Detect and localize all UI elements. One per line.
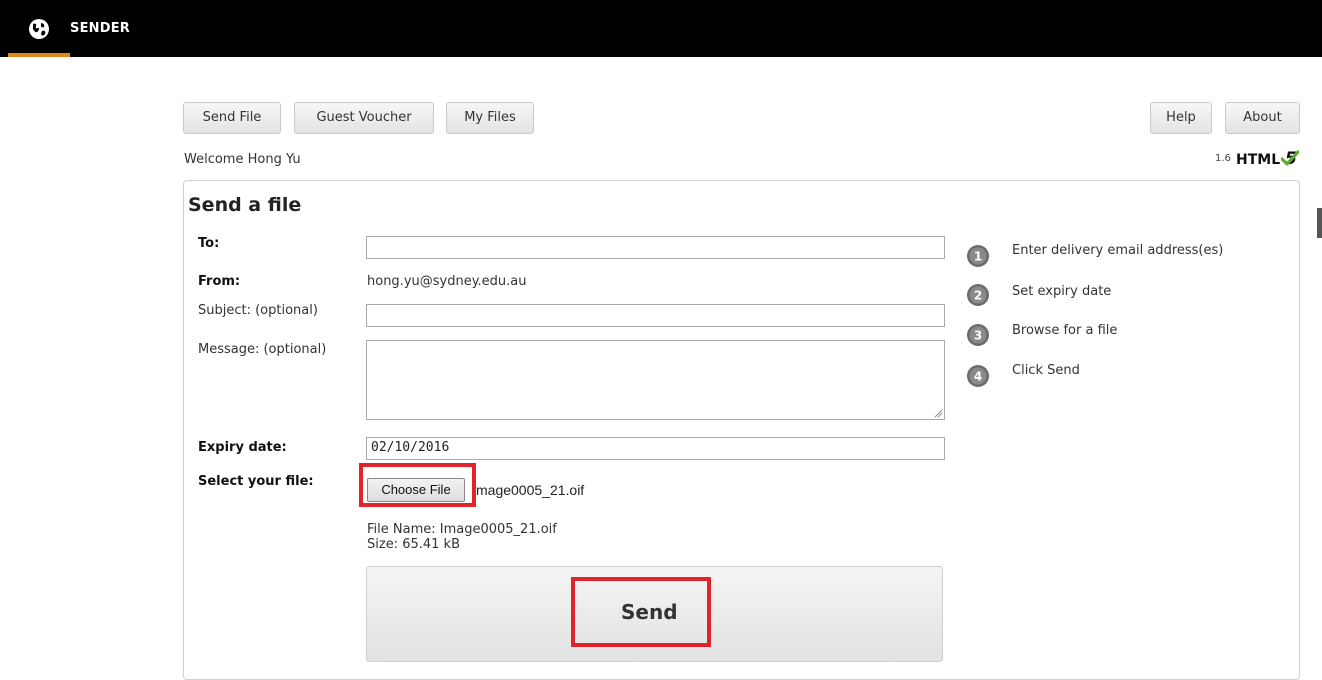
message-field[interactable] <box>366 340 945 420</box>
step-2-number: 2 <box>974 289 982 303</box>
resize-grip-icon[interactable] <box>934 409 943 418</box>
home-tab[interactable] <box>0 7 70 57</box>
guest-voucher-button[interactable]: Guest Voucher <box>294 102 434 134</box>
check-icon <box>1281 150 1299 166</box>
step-1-text: Enter delivery email address(es) <box>1012 243 1224 258</box>
step-3-icon: 3 <box>967 324 989 346</box>
to-field[interactable] <box>366 236 945 259</box>
message-label: Message: (optional) <box>198 342 327 357</box>
subject-label: Subject: (optional) <box>198 303 318 318</box>
version-label: 1.6 <box>1215 153 1231 164</box>
step-3-text: Browse for a file <box>1012 323 1118 338</box>
app-title[interactable]: SENDER <box>70 21 130 36</box>
step-4-number: 4 <box>974 370 982 384</box>
page-title: Send a file <box>188 194 302 216</box>
step-1-number: 1 <box>974 250 982 264</box>
welcome-message: Welcome Hong Yu <box>184 152 301 167</box>
file-name-info: File Name: Image0005_21.oif <box>367 522 557 537</box>
file-label: Select your file: <box>198 474 314 489</box>
step-1-icon: 1 <box>967 245 989 267</box>
step-4-text: Click Send <box>1012 363 1080 378</box>
step-2-icon: 2 <box>967 284 989 306</box>
globe-icon <box>29 19 49 39</box>
step-2-text: Set expiry date <box>1012 284 1112 299</box>
scrollbar-handle[interactable] <box>1317 208 1322 238</box>
help-button[interactable]: Help <box>1150 102 1212 134</box>
choose-file-button[interactable]: Choose File <box>367 478 465 502</box>
send-file-button[interactable]: Send File <box>183 102 281 134</box>
from-value: hong.yu@sydney.edu.au <box>367 274 527 289</box>
my-files-button[interactable]: My Files <box>446 102 534 134</box>
chosen-file-name: mage0005_21.oif <box>476 482 585 498</box>
send-button-label[interactable]: Send <box>621 600 678 624</box>
active-tab-indicator <box>8 53 70 57</box>
step-3-number: 3 <box>974 329 982 343</box>
expiry-label: Expiry date: <box>198 440 287 455</box>
expiry-date-field[interactable]: 02/10/2016 <box>366 437 945 460</box>
subject-field[interactable] <box>366 304 945 327</box>
from-label: From: <box>198 274 241 289</box>
about-button[interactable]: About <box>1225 102 1300 134</box>
top-bar: SENDER <box>0 0 1322 57</box>
to-label: To: <box>198 236 220 251</box>
html5-text: HTML <box>1236 152 1281 168</box>
step-4-icon: 4 <box>967 365 989 387</box>
file-size-info: Size: 65.41 kB <box>367 537 460 552</box>
